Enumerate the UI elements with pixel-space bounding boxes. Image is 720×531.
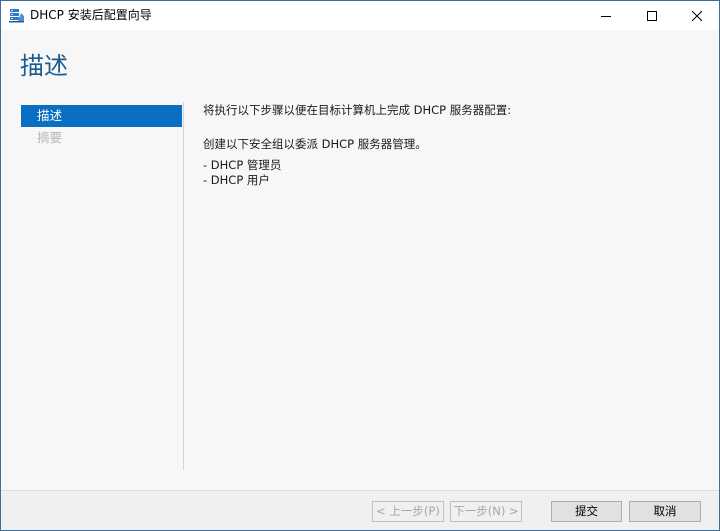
wizard-nav: 描述 摘要 <box>21 105 182 149</box>
nav-divider <box>183 102 184 470</box>
minimize-button[interactable] <box>583 1 629 30</box>
group-intro-text: 创建以下安全组以委派 DHCP 服务器管理。 <box>203 137 427 151</box>
previous-button: < 上一步(P) <box>372 501 444 522</box>
close-button[interactable] <box>674 1 719 30</box>
group-item-admins: - DHCP 管理员 <box>203 158 282 172</box>
commit-button[interactable]: 提交 <box>551 501 622 522</box>
wizard-content: 描述 描述 摘要 将执行以下步骤以便在目标计算机上完成 DHCP 服务器配置: … <box>1 30 719 490</box>
description-panel: 将执行以下步骤以便在目标计算机上完成 DHCP 服务器配置: 创建以下安全组以委… <box>203 103 703 188</box>
maximize-icon <box>647 10 657 21</box>
page-title: 描述 <box>20 52 68 80</box>
group-item-users: - DHCP 用户 <box>203 173 270 187</box>
close-icon <box>692 10 702 21</box>
intro-text: 将执行以下步骤以便在目标计算机上完成 DHCP 服务器配置: <box>203 103 512 117</box>
button-bar: < 上一步(P) 下一步(N) > 提交 取消 <box>1 490 719 530</box>
nav-item-summary: 摘要 <box>37 130 63 145</box>
wizard-window: DHCP 安装后配置向导 描述 描述 摘要 将执行以下步骤以便在目标计算机上完成… <box>0 0 720 531</box>
nav-item-description[interactable]: 描述 <box>21 105 182 127</box>
minimize-icon <box>601 15 611 17</box>
maximize-button[interactable] <box>629 1 675 30</box>
server-wizard-icon <box>9 8 25 23</box>
cancel-button[interactable]: 取消 <box>629 501 701 522</box>
next-button: 下一步(N) > <box>450 501 522 522</box>
window-title: DHCP 安装后配置向导 <box>30 8 152 22</box>
title-bar[interactable]: DHCP 安装后配置向导 <box>1 1 719 30</box>
